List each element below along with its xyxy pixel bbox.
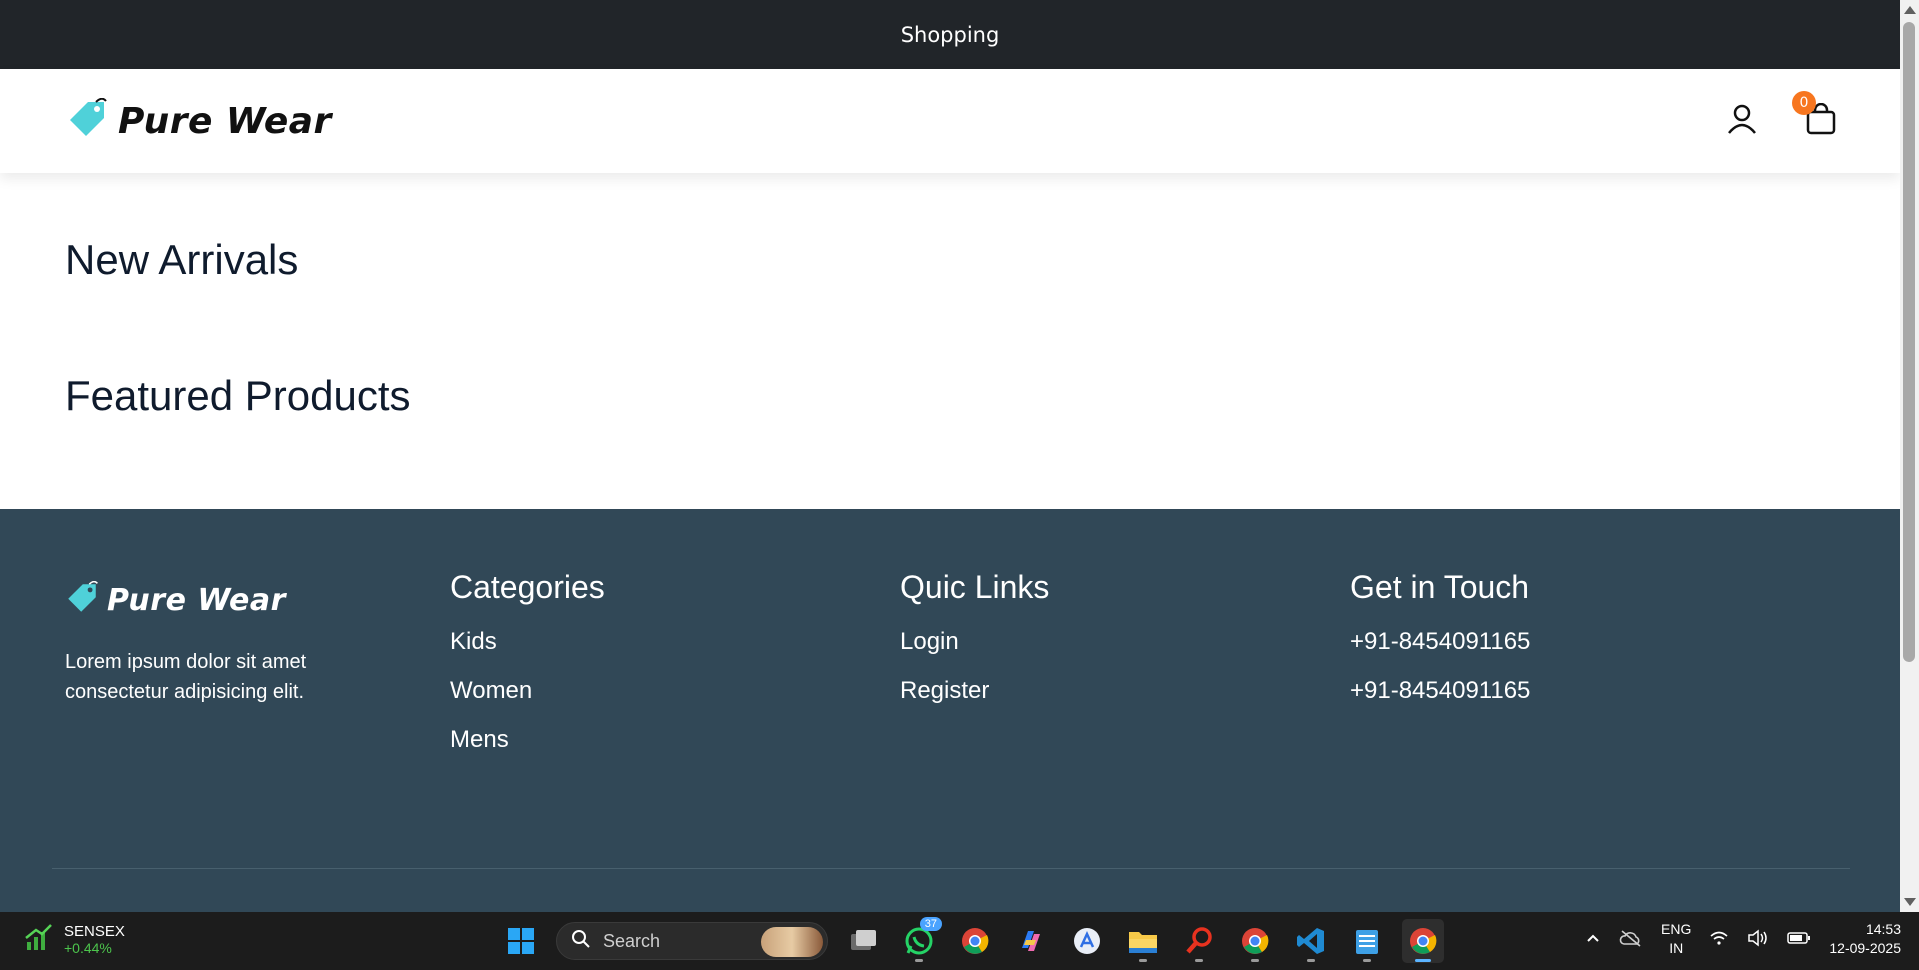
battery-icon[interactable] — [1787, 930, 1811, 949]
search-tool-icon[interactable] — [1178, 919, 1220, 963]
system-tray: ENG IN 14:53 12-09-2025 — [1585, 920, 1901, 958]
tag-icon — [65, 580, 99, 619]
clock-date: 12-09-2025 — [1829, 940, 1901, 956]
system-clock[interactable]: 14:53 12-09-2025 — [1829, 920, 1901, 958]
windows-taskbar: SENSEX +0.44% Search 37 ENG IN 14:53 12-… — [0, 912, 1919, 970]
login-link[interactable]: Login — [900, 628, 1350, 656]
taskbar-search-box[interactable]: Search — [556, 922, 828, 960]
chevron-up-icon[interactable] — [1585, 930, 1601, 949]
search-highlight-image — [761, 927, 823, 957]
browser-viewport: Shopping Pure Wear 0 New Arrivals Featur… — [0, 0, 1900, 912]
phone-link[interactable]: +91-8454091165 — [1350, 677, 1800, 705]
vscode-icon[interactable] — [1290, 919, 1332, 963]
category-link-mens[interactable]: Mens — [450, 726, 900, 754]
site-logo[interactable]: Pure Wear — [66, 97, 332, 144]
whatsapp-icon[interactable]: 37 — [898, 917, 942, 963]
footer-quick-links: Quic Links Login Register — [900, 569, 1350, 775]
chart-up-icon — [24, 922, 54, 957]
region-code: IN — [1669, 940, 1684, 956]
footer-logo[interactable]: Pure Wear — [65, 580, 450, 619]
footer-description: Lorem ipsum dolor sit amet consectetur a… — [65, 651, 307, 703]
shopping-bag-button[interactable]: 0 — [1792, 91, 1836, 139]
search-icon — [571, 929, 591, 954]
footer-brand-name: Pure Wear — [107, 582, 286, 618]
copilot-icon[interactable] — [1010, 919, 1052, 963]
windows-start-icon[interactable] — [500, 919, 542, 963]
get-in-touch-heading: Get in Touch — [1350, 569, 1530, 605]
category-link-kids[interactable]: Kids — [450, 628, 900, 656]
search-placeholder: Search — [603, 930, 661, 951]
task-view-icon[interactable] — [842, 919, 884, 963]
chrome-icon[interactable] — [954, 919, 996, 963]
register-link[interactable]: Register — [900, 677, 1350, 705]
language-indicator[interactable]: ENG IN — [1661, 920, 1691, 958]
brand-name: Pure Wear — [118, 100, 332, 142]
top-bar-title: Shopping — [900, 22, 1000, 47]
tag-icon — [66, 97, 108, 144]
categories-heading: Categories — [450, 569, 605, 605]
footer-categories: Categories Kids Women Mens — [450, 569, 900, 775]
ticker-name: SENSEX — [64, 923, 125, 940]
cart-count-badge: 0 — [1792, 91, 1816, 115]
ticker-change: +0.44% — [64, 940, 112, 956]
language-code: ENG — [1661, 921, 1692, 937]
footer-divider — [52, 868, 1850, 869]
whatsapp-badge: 37 — [919, 917, 942, 931]
clock-time: 14:53 — [1865, 921, 1901, 937]
scroll-thumb[interactable] — [1903, 22, 1915, 662]
page-scrollbar[interactable] — [1900, 0, 1919, 912]
file-explorer-icon[interactable] — [1122, 919, 1164, 963]
cloud-offline-icon[interactable] — [1619, 929, 1643, 950]
scroll-down-arrow-icon[interactable] — [1904, 898, 1916, 906]
stock-ticker-widget[interactable]: SENSEX +0.44% — [24, 922, 125, 957]
site-footer: Pure Wear Lorem ipsum dolor sit amet con… — [0, 509, 1900, 912]
new-arrivals-heading: New Arrivals — [65, 236, 299, 283]
phone-link[interactable]: +91-8454091165 — [1350, 628, 1800, 656]
footer-contact: Get in Touch +91-8454091165 +91-84540911… — [1350, 569, 1800, 775]
top-announcement-bar: Shopping — [0, 0, 1900, 69]
user-account-icon[interactable] — [1726, 103, 1758, 139]
site-header: Pure Wear 0 — [0, 69, 1900, 173]
chrome-profile-icon[interactable] — [1234, 919, 1276, 963]
footer-about: Pure Wear Lorem ipsum dolor sit amet con… — [0, 569, 450, 775]
category-link-women[interactable]: Women — [450, 677, 900, 705]
wifi-icon[interactable] — [1709, 930, 1729, 949]
scroll-up-arrow-icon[interactable] — [1904, 6, 1916, 14]
volume-icon[interactable] — [1747, 928, 1769, 950]
notepad-icon[interactable] — [1346, 919, 1388, 963]
app-store-icon[interactable] — [1066, 919, 1108, 963]
featured-products-heading: Featured Products — [65, 372, 411, 419]
quick-links-heading: Quic Links — [900, 569, 1050, 605]
chrome-active-window-icon[interactable] — [1402, 919, 1444, 963]
